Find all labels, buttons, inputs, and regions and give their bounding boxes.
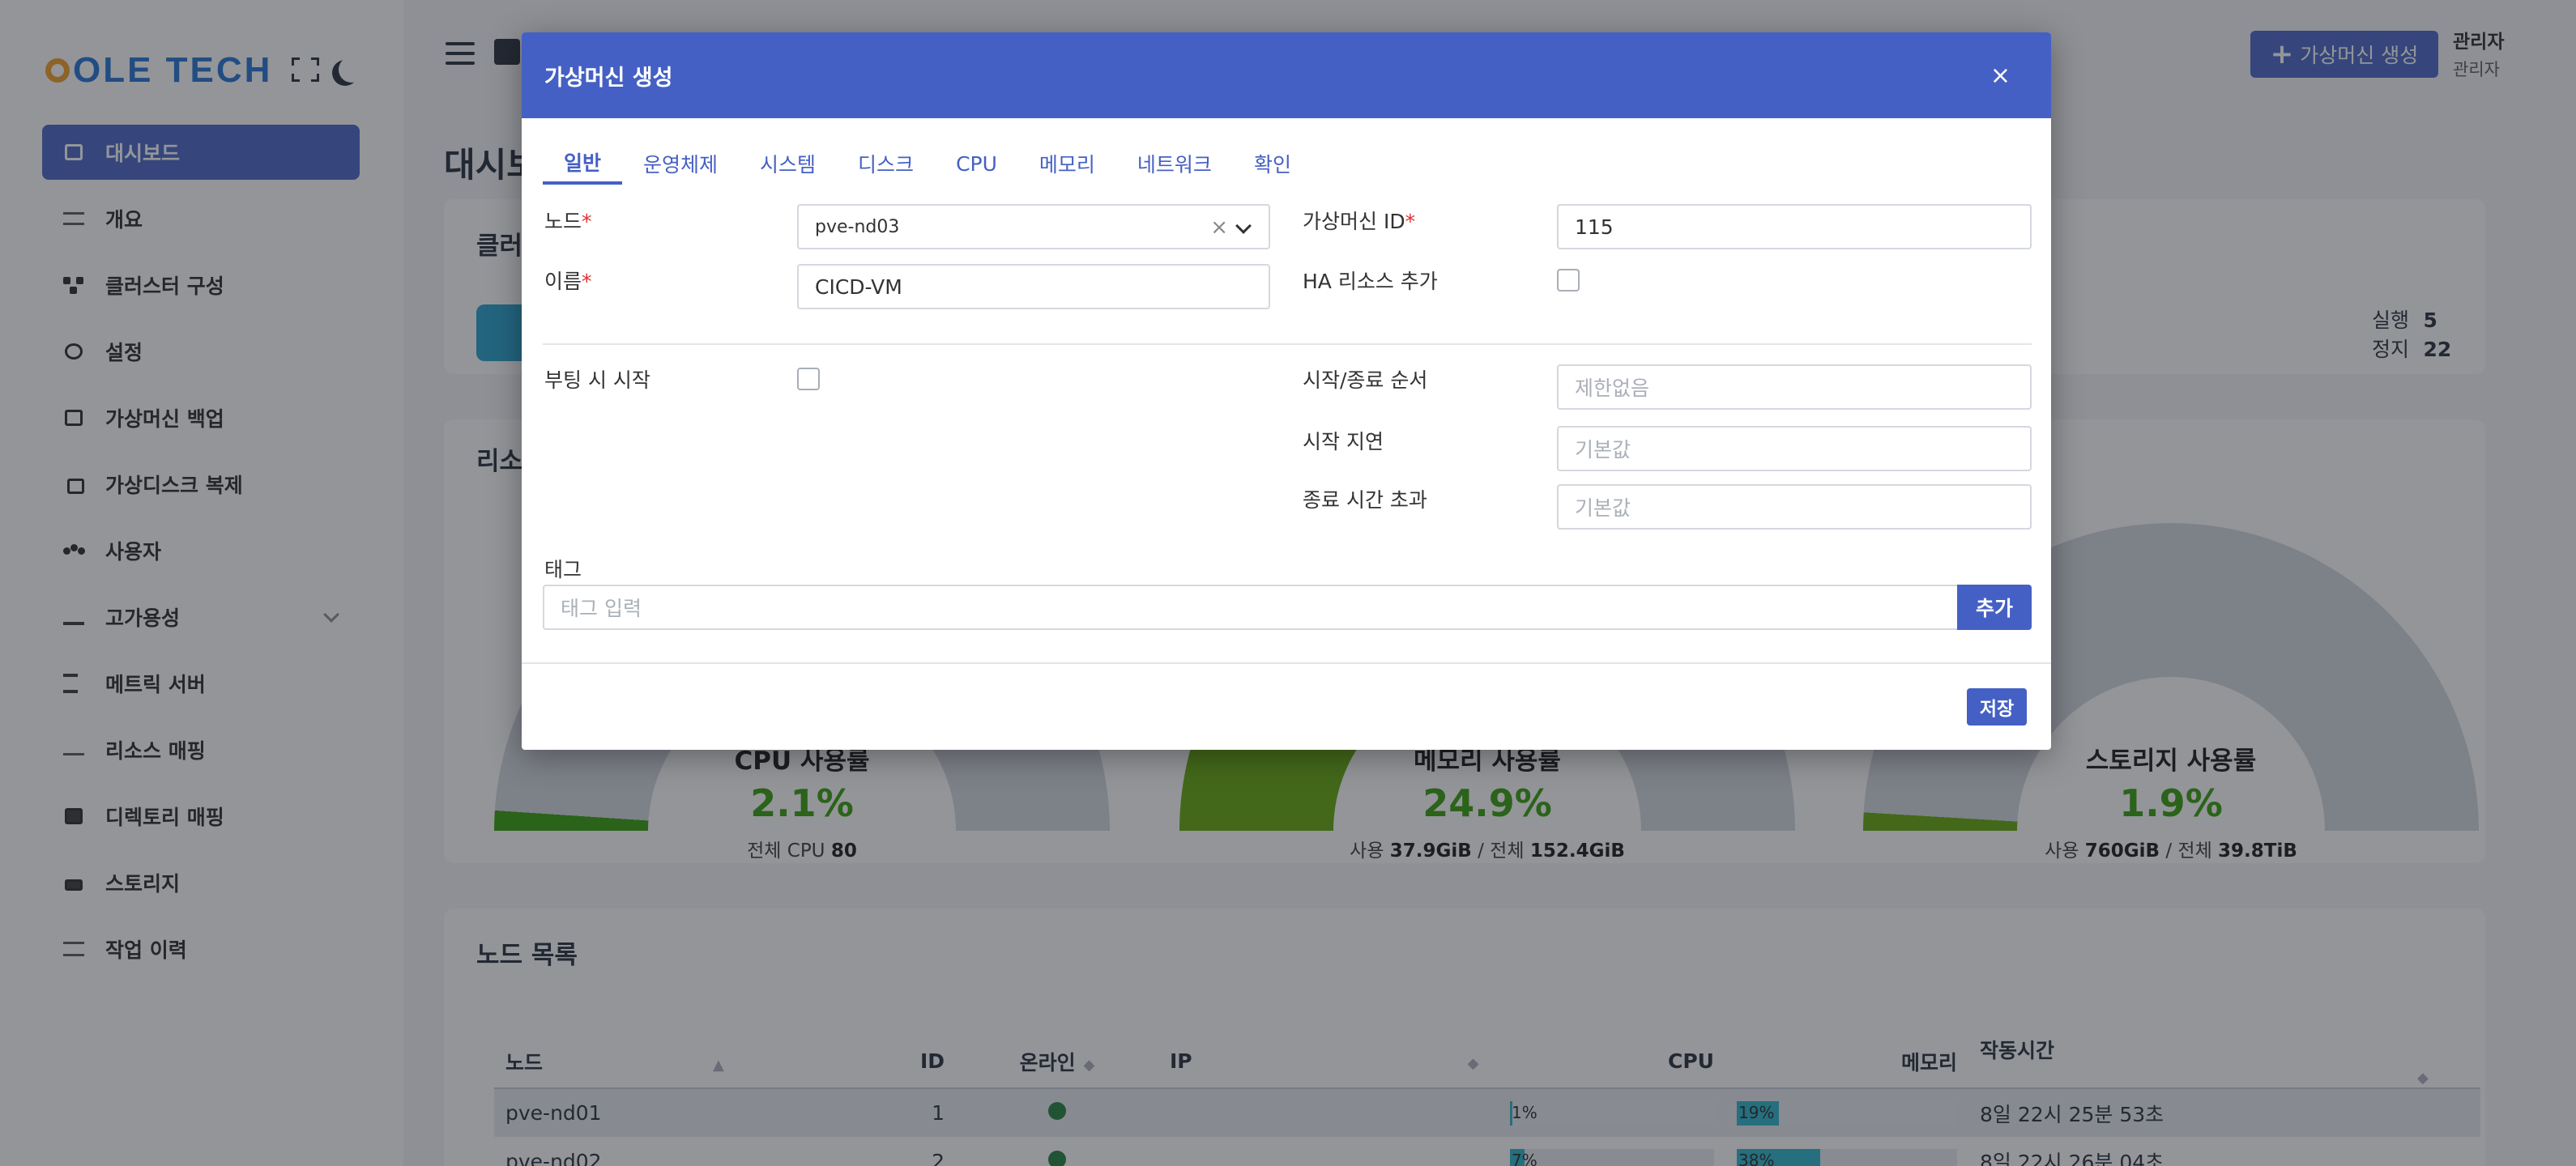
tab-general[interactable]: 일반 [543, 143, 623, 185]
shutdown-timeout-input[interactable]: 기본값 [1557, 484, 2032, 530]
tab-cpu[interactable]: CPU [935, 143, 1018, 185]
tag-input[interactable]: 태그 입력 [543, 585, 1959, 630]
tab-network[interactable]: 네트워크 [1116, 143, 1233, 185]
create-vm-dialog: 가상머신 생성 × 일반 운영체제 시스템 디스크 CPU 메모리 네트워크 확… [522, 32, 2051, 750]
vmid-label: 가상머신 ID* [1303, 206, 1415, 235]
section-divider [543, 343, 2032, 345]
vm-name-input[interactable]: CICD-VM [797, 264, 1270, 309]
vmid-label-text: 가상머신 ID [1303, 210, 1405, 233]
tab-disk[interactable]: 디스크 [837, 143, 935, 185]
tab-os[interactable]: 운영체제 [622, 143, 739, 185]
start-delay-label: 시작 지연 [1303, 430, 1384, 453]
close-icon[interactable]: × [1990, 62, 2011, 90]
shutdown-timeout-label: 종료 시간 초과 [1303, 488, 1427, 512]
dialog-tabs: 일반 운영체제 시스템 디스크 CPU 메모리 네트워크 확인 [543, 143, 1312, 185]
node-select-value: pve-nd03 [815, 216, 900, 237]
tab-memory[interactable]: 메모리 [1018, 143, 1116, 185]
required-mark: * [1405, 210, 1416, 233]
required-mark: * [582, 270, 592, 293]
node-label: 노드* [544, 206, 592, 235]
start-at-boot-checkbox[interactable] [797, 368, 820, 390]
tab-system[interactable]: 시스템 [739, 143, 837, 185]
name-label-text: 이름 [544, 270, 582, 293]
vmid-input[interactable]: 115 [1557, 204, 2032, 249]
start-at-boot-label: 부팅 시 시작 [544, 368, 650, 392]
add-tag-button[interactable]: 추가 [1957, 585, 2032, 630]
node-label-text: 노드 [544, 210, 582, 233]
tag-label: 태그 [544, 558, 582, 581]
start-order-input[interactable]: 제한없음 [1557, 364, 2032, 410]
start-order-label: 시작/종료 순서 [1303, 368, 1428, 392]
start-delay-input[interactable]: 기본값 [1557, 426, 2032, 471]
clear-icon[interactable]: × [1210, 215, 1228, 240]
node-select[interactable]: pve-nd03 × [797, 204, 1270, 249]
dialog-header: 가상머신 생성 × [522, 32, 2051, 118]
save-button[interactable]: 저장 [1967, 688, 2027, 726]
chevron-down-icon[interactable] [1235, 218, 1252, 234]
dialog-title: 가상머신 생성 [544, 65, 673, 91]
tab-confirm[interactable]: 확인 [1233, 143, 1312, 185]
required-mark: * [582, 210, 592, 233]
ha-resource-label: HA 리소스 추가 [1303, 270, 1438, 293]
name-label: 이름* [544, 266, 592, 295]
ha-resource-checkbox[interactable] [1557, 269, 1580, 292]
footer-divider [522, 662, 2051, 664]
